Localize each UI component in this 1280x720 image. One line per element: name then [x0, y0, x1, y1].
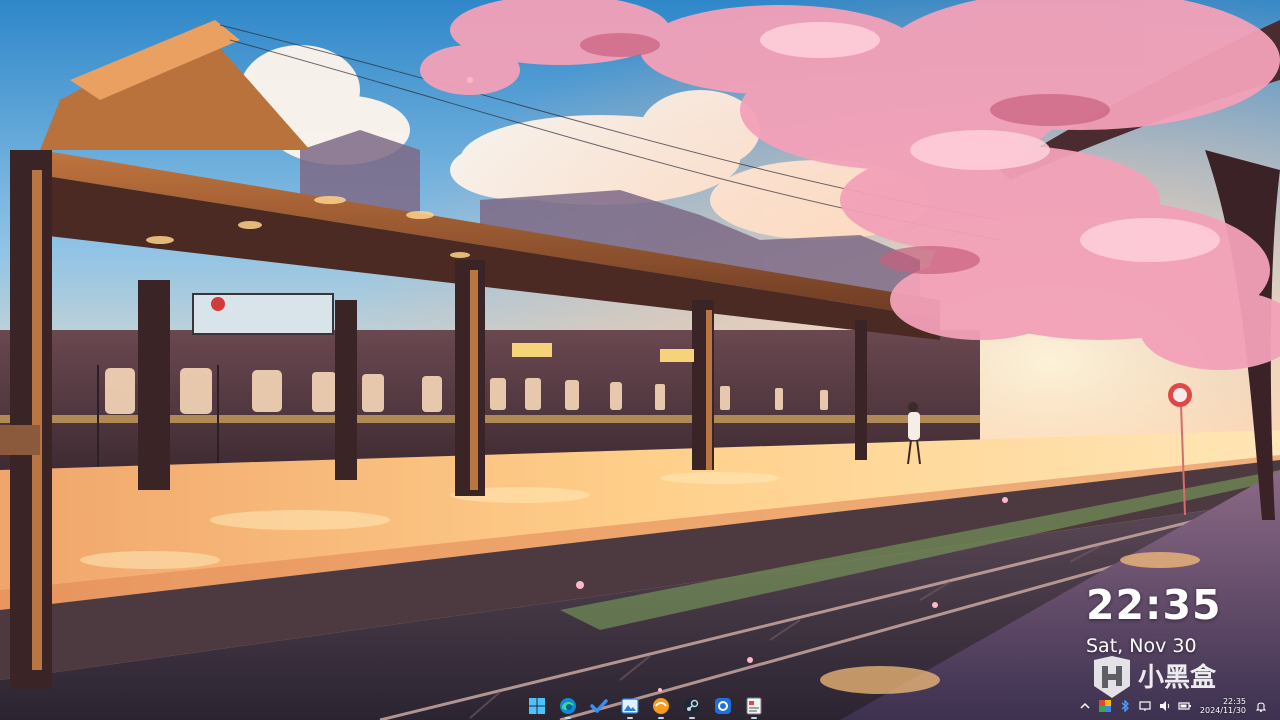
color-app-icon — [1098, 700, 1111, 712]
edge-icon — [560, 698, 576, 714]
chevron-up-icon — [1080, 702, 1090, 709]
show-hidden-icons-button[interactable] — [1078, 699, 1092, 713]
app-doc-button[interactable] — [743, 695, 765, 719]
edge-button[interactable] — [557, 695, 579, 719]
system-tray: 22:35 2024/11/30 — [1078, 695, 1268, 717]
notifications-button[interactable] — [1254, 699, 1268, 713]
battery-icon — [1178, 702, 1191, 710]
todo-button[interactable] — [588, 695, 610, 717]
windows-logo-icon — [529, 698, 545, 714]
document-icon — [746, 697, 762, 715]
tray-date: 2024/11/30 — [1199, 706, 1246, 715]
photos-icon — [621, 698, 639, 714]
clock-widget-time: 22:35 — [1086, 581, 1222, 629]
bluetooth-button[interactable] — [1118, 699, 1132, 713]
orange-globe-icon — [653, 698, 669, 714]
checkmark-icon — [590, 699, 608, 713]
bluetooth-icon — [1121, 700, 1129, 712]
start-button[interactable] — [526, 695, 548, 717]
heybox-logo: 小黑盒 — [1094, 656, 1217, 698]
watermark: 小黑盒 — [1088, 656, 1248, 698]
app-orange-button[interactable] — [650, 695, 672, 719]
taskbar-pinned-apps — [526, 695, 765, 719]
app-blue-button[interactable] — [712, 695, 734, 717]
tray-clock[interactable]: 22:35 2024/11/30 — [1200, 697, 1246, 715]
svg-text:小黑盒: 小黑盒 — [1138, 662, 1217, 693]
photos-button[interactable] — [619, 695, 641, 719]
taskbar: 22:35 2024/11/30 — [0, 693, 1280, 720]
tray-app-button[interactable] — [1098, 699, 1112, 713]
steam-button[interactable] — [681, 695, 703, 719]
steam-icon — [684, 698, 700, 714]
network-button[interactable] — [1138, 699, 1152, 713]
clock-widget-date: Sat, Nov 30 — [1086, 635, 1197, 657]
battery-button[interactable] — [1178, 699, 1192, 713]
blue-app-icon — [715, 698, 731, 714]
clock-widget: 22:35 Sat, Nov 30 — [1086, 582, 1276, 658]
volume-icon — [1159, 701, 1170, 711]
bell-icon — [1256, 702, 1266, 712]
volume-button[interactable] — [1158, 699, 1172, 713]
network-icon — [1139, 701, 1151, 711]
tray-time: 22:35 — [1222, 697, 1246, 706]
